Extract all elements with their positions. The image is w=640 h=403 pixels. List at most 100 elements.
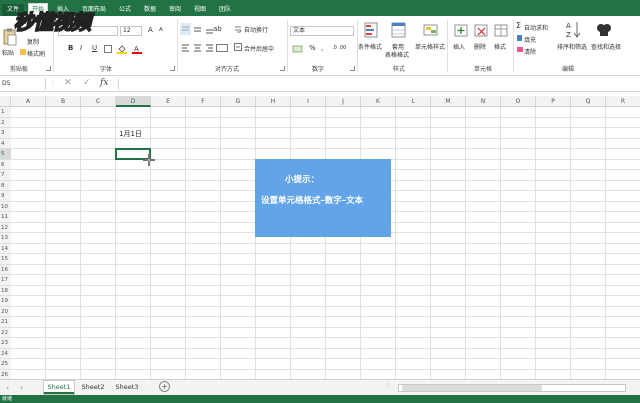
- add-sheet-button[interactable]: +: [159, 381, 170, 392]
- column-header-o[interactable]: O: [501, 96, 536, 107]
- accounting-format-icon[interactable]: [292, 44, 304, 54]
- tab-data[interactable]: 数据: [140, 4, 160, 16]
- row-header-5[interactable]: 5: [0, 149, 11, 160]
- number-format-dropdown[interactable]: 文本: [290, 26, 354, 36]
- row-header-1[interactable]: 1: [0, 107, 11, 118]
- column-header-k[interactable]: K: [361, 96, 396, 107]
- row-header-14[interactable]: 14: [0, 243, 11, 254]
- column-header-g[interactable]: G: [221, 96, 256, 107]
- row-header-15[interactable]: 15: [0, 254, 11, 265]
- percent-button[interactable]: %: [309, 44, 316, 52]
- merge-center-button[interactable]: 合并后居中: [244, 44, 274, 53]
- comma-button[interactable]: ,: [321, 44, 323, 52]
- column-header-h[interactable]: H: [256, 96, 291, 107]
- row-header-3[interactable]: 3: [0, 128, 11, 139]
- clipboard-launcher[interactable]: [46, 66, 51, 71]
- row-header-6[interactable]: 6: [0, 159, 11, 170]
- column-header-p[interactable]: P: [536, 96, 571, 107]
- font-color-icon[interactable]: A: [132, 44, 142, 54]
- column-header-d[interactable]: D: [116, 96, 151, 107]
- row-header-7[interactable]: 7: [0, 170, 11, 181]
- column-header-c[interactable]: C: [81, 96, 116, 107]
- worksheet-grid[interactable]: ABCDEFGHIJKLMNOPQR 1 2 3 4 5 6 7 8 9 10 11 12 13 14 15…: [0, 96, 640, 379]
- name-box[interactable]: D5: [0, 78, 46, 90]
- select-all-corner[interactable]: [0, 96, 11, 107]
- column-header-f[interactable]: F: [186, 96, 221, 107]
- sort-filter-button[interactable]: 排序和筛选: [557, 42, 587, 51]
- clear-button[interactable]: 清除: [524, 47, 536, 56]
- column-header-j[interactable]: J: [326, 96, 361, 107]
- sheet-tab-2[interactable]: Sheet2: [78, 381, 108, 394]
- find-select-button[interactable]: 查找和选择: [591, 42, 621, 51]
- tab-team[interactable]: 团队: [215, 4, 235, 16]
- border-icon[interactable]: [104, 45, 112, 53]
- decimal-buttons[interactable]: .0 .00: [332, 45, 346, 51]
- column-header-n[interactable]: N: [466, 96, 501, 107]
- indent-icon[interactable]: [216, 44, 228, 52]
- format-cells-button[interactable]: 格式: [494, 42, 506, 51]
- row-header-13[interactable]: 13: [0, 233, 11, 244]
- wrap-text-button[interactable]: 自动换行: [244, 25, 268, 34]
- row-header-25[interactable]: 25: [0, 359, 11, 370]
- sheet-tab-1[interactable]: Sheet1: [44, 381, 74, 394]
- column-header-a[interactable]: A: [11, 96, 46, 107]
- tab-review[interactable]: 审阅: [165, 4, 185, 16]
- row-header-23[interactable]: 23: [0, 338, 11, 349]
- name-box-dropdown-icon[interactable]: ⋮: [50, 80, 56, 87]
- column-header-e[interactable]: E: [151, 96, 186, 107]
- row-header-18[interactable]: 18: [0, 285, 11, 296]
- bold-button[interactable]: B: [68, 44, 73, 52]
- row-header-19[interactable]: 19: [0, 296, 11, 307]
- fill-color-icon[interactable]: [117, 44, 127, 54]
- row-header-2[interactable]: 2: [0, 117, 11, 128]
- row-header-17[interactable]: 17: [0, 275, 11, 286]
- row-header-16[interactable]: 16: [0, 264, 11, 275]
- insert-function-icon[interactable]: fx: [100, 78, 108, 88]
- column-header-m[interactable]: M: [431, 96, 466, 107]
- column-header-l[interactable]: L: [396, 96, 431, 107]
- column-header-i[interactable]: I: [291, 96, 326, 107]
- format-as-table-button-line2[interactable]: 表格格式: [385, 50, 409, 59]
- format-painter-button[interactable]: 格式刷: [27, 49, 45, 58]
- copy-button[interactable]: 复制: [27, 37, 39, 46]
- cancel-icon[interactable]: ✕: [64, 78, 72, 88]
- row-header-11[interactable]: 11: [0, 212, 11, 223]
- grow-font-button[interactable]: A: [148, 26, 153, 34]
- enter-icon[interactable]: ✓: [83, 78, 91, 88]
- tab-splitter[interactable]: ⋮: [385, 382, 391, 389]
- row-header-10[interactable]: 10: [0, 201, 11, 212]
- column-header-q[interactable]: Q: [571, 96, 606, 107]
- row-header-24[interactable]: 24: [0, 348, 11, 359]
- row-header-26[interactable]: 26: [0, 369, 11, 379]
- alignment-launcher[interactable]: [280, 66, 285, 71]
- italic-button[interactable]: I: [80, 44, 82, 52]
- sheet-nav-next-icon[interactable]: ›: [20, 383, 23, 392]
- row-header-22[interactable]: 22: [0, 327, 11, 338]
- fill-button[interactable]: 填充: [524, 35, 536, 44]
- column-header-r[interactable]: R: [606, 96, 640, 107]
- underline-button[interactable]: U: [92, 44, 97, 52]
- scrollbar-thumb[interactable]: [402, 385, 542, 391]
- row-header-21[interactable]: 21: [0, 317, 11, 328]
- sheet-nav-prev-icon[interactable]: ‹: [6, 383, 9, 392]
- shrink-font-button[interactable]: A: [159, 27, 163, 33]
- cell-d3[interactable]: 1月1日: [119, 129, 142, 139]
- row-header-8[interactable]: 8: [0, 180, 11, 191]
- delete-cells-button[interactable]: 删除: [474, 42, 486, 51]
- sheet-tab-3[interactable]: Sheet3: [112, 381, 142, 394]
- row-header-12[interactable]: 12: [0, 222, 11, 233]
- conditional-format-button[interactable]: 条件格式: [358, 42, 382, 51]
- font-launcher[interactable]: [170, 66, 175, 71]
- insert-cells-button[interactable]: 插入: [453, 42, 465, 51]
- row-header-4[interactable]: 4: [0, 138, 11, 149]
- paste-button[interactable]: 粘贴: [2, 48, 14, 57]
- row-header-20[interactable]: 20: [0, 306, 11, 317]
- cell-styles-button[interactable]: 单元格样式: [415, 42, 445, 51]
- autosum-button[interactable]: 自动求和: [524, 23, 548, 32]
- orientation-button[interactable]: ab: [213, 25, 222, 33]
- row-header-9[interactable]: 9: [0, 191, 11, 202]
- number-launcher[interactable]: [350, 66, 355, 71]
- tab-view[interactable]: 视图: [190, 4, 210, 16]
- formula-input[interactable]: [118, 78, 640, 90]
- column-header-b[interactable]: B: [46, 96, 81, 107]
